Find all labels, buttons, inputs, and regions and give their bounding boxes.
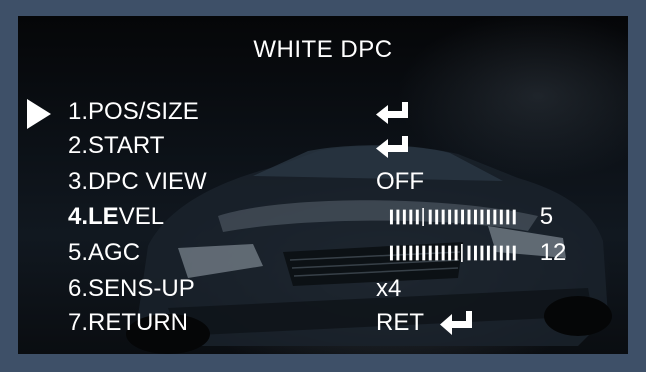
- selection-cursor-icon: [27, 99, 51, 129]
- level-value: 5: [539, 203, 554, 230]
- menu-item-label: 4.LEVEL: [68, 202, 164, 232]
- slider-tick: [402, 209, 406, 225]
- slider-tick: [512, 245, 516, 261]
- dpc-view-value[interactable]: OFF: [376, 167, 424, 197]
- menu-item-pos-size[interactable]: 1.POS/SIZE: [18, 97, 628, 129]
- agc-value: 12: [539, 239, 567, 266]
- slider-tick: [493, 245, 497, 261]
- slider-tick: [512, 209, 516, 225]
- osd-frame: WHITE DPC 1.POS/SIZE 2.START 3.DPC VIEW …: [0, 0, 646, 372]
- enter-icon[interactable]: [376, 102, 410, 124]
- label-bold-part: 4.LE: [68, 203, 119, 230]
- menu-item-level[interactable]: 4.LEVEL 5: [18, 202, 628, 232]
- slider-tick: [422, 245, 426, 261]
- slider-tick: [441, 245, 445, 261]
- slider-tick: [454, 245, 458, 261]
- menu-item-label: 7.RETURN: [68, 309, 189, 336]
- menu-item-label: 5.AGC: [68, 239, 141, 266]
- slider-tick: [415, 245, 419, 261]
- menu-item-label: 1.POS/SIZE: [68, 98, 199, 125]
- menu-item-agc[interactable]: 5.AGC 12: [18, 238, 628, 268]
- slider-tick: [473, 209, 477, 225]
- slider-tick: [435, 209, 439, 225]
- enter-icon: [440, 311, 472, 335]
- slider-tick: [415, 209, 419, 225]
- slider-marker: [422, 208, 424, 226]
- slider-tick: [506, 245, 510, 261]
- slider-tick: [499, 209, 503, 225]
- slider-tick: [428, 209, 432, 225]
- slider-tick: [428, 245, 432, 261]
- menu-item-label: 6.SENS-UP: [68, 275, 195, 302]
- menu-item-dpc-view[interactable]: 3.DPC VIEW OFF: [18, 167, 628, 197]
- slider-tick: [435, 245, 439, 261]
- sens-up-value[interactable]: x4: [376, 274, 401, 304]
- menu-title: WHITE DPC: [253, 36, 393, 63]
- ret-label: RET: [376, 309, 424, 336]
- slider-marker: [461, 244, 463, 262]
- label-rest-part: VEL: [118, 203, 165, 230]
- slider-tick: [480, 245, 484, 261]
- slider-tick: [461, 209, 465, 225]
- slider-tick: [402, 245, 406, 261]
- menu-item-label: 2.START: [68, 132, 165, 159]
- slider-tick: [486, 209, 490, 225]
- osd-screen: WHITE DPC 1.POS/SIZE 2.START 3.DPC VIEW …: [18, 16, 628, 354]
- slider-tick: [480, 209, 484, 225]
- menu-item-label: 3.DPC VIEW: [68, 168, 207, 195]
- slider-tick: [396, 245, 400, 261]
- slider-tick: [441, 209, 445, 225]
- enter-icon[interactable]: [376, 136, 410, 158]
- slider-tick: [389, 245, 393, 261]
- slider-tick: [493, 209, 497, 225]
- slider-tick: [409, 245, 413, 261]
- return-value[interactable]: RET: [376, 308, 472, 338]
- slider-tick: [467, 245, 471, 261]
- menu-item-return[interactable]: 7.RETURN RET: [18, 308, 628, 338]
- level-slider[interactable]: [376, 208, 530, 226]
- slider-tick: [486, 245, 490, 261]
- slider-tick: [409, 209, 413, 225]
- slider-tick: [454, 209, 458, 225]
- agc-slider[interactable]: [376, 244, 530, 262]
- slider-tick: [448, 209, 452, 225]
- menu-item-start[interactable]: 2.START: [18, 131, 628, 161]
- slider-tick: [396, 209, 400, 225]
- slider-tick: [473, 245, 477, 261]
- slider-tick: [506, 209, 510, 225]
- slider-tick: [499, 245, 503, 261]
- slider-tick: [389, 209, 393, 225]
- menu-item-sens-up[interactable]: 6.SENS-UP x4: [18, 274, 628, 304]
- slider-tick: [467, 209, 471, 225]
- slider-tick: [448, 245, 452, 261]
